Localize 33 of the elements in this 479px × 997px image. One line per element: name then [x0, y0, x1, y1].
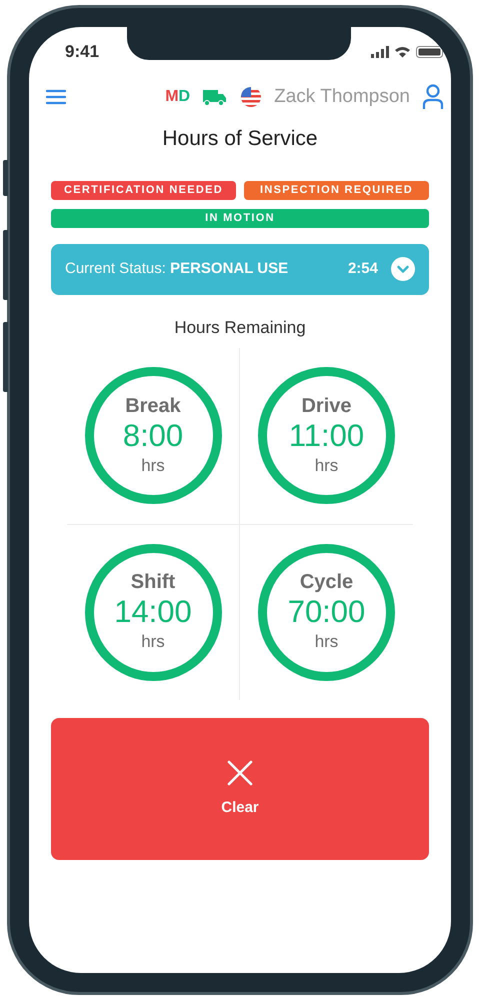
- clock-value: 70:00: [288, 594, 366, 630]
- user-icon[interactable]: [422, 84, 444, 110]
- clock-label: Cycle: [300, 570, 354, 594]
- wifi-icon: [395, 46, 410, 58]
- chevron-down-icon[interactable]: [391, 257, 415, 281]
- current-status-bar[interactable]: Current Status: PERSONAL USE 2:54: [51, 244, 429, 294]
- alert-badge: IN MOTION: [51, 208, 429, 228]
- clock-unit: hrs: [314, 631, 338, 654]
- clock-unit: hrs: [314, 454, 338, 477]
- status-duration: 2:54: [348, 258, 378, 279]
- duty-status-code: MD: [165, 87, 190, 107]
- alert-badge: CERTIFICATION NEEDED: [51, 180, 236, 200]
- clock-time: 9:41: [65, 41, 100, 64]
- battery-icon: [416, 46, 443, 58]
- clear-button[interactable]: Clear: [51, 718, 429, 860]
- flag-icon[interactable]: [241, 87, 262, 107]
- close-icon: [226, 758, 254, 787]
- page-title: Hours of Service: [162, 126, 318, 152]
- alert-badge: INSPECTION REQUIRED: [244, 180, 429, 200]
- clock-label: Shift: [130, 570, 176, 594]
- clock-value: 14:00: [114, 594, 192, 630]
- clock-unit: hrs: [141, 454, 165, 477]
- signal-icon: [371, 46, 389, 58]
- truck-icon[interactable]: [201, 88, 228, 106]
- clock-value: 11:00: [288, 418, 364, 454]
- user-name: Zack Thompson: [274, 84, 410, 109]
- clock-label: Break: [125, 394, 181, 418]
- clock-label: Drive: [301, 394, 352, 418]
- section-heading: Hours Remaining: [174, 316, 306, 338]
- clock-unit: hrs: [141, 631, 165, 654]
- clock-value: 8:00: [122, 418, 184, 454]
- current-status-text: Current Status: PERSONAL USE: [65, 258, 288, 279]
- menu-icon[interactable]: [46, 89, 66, 105]
